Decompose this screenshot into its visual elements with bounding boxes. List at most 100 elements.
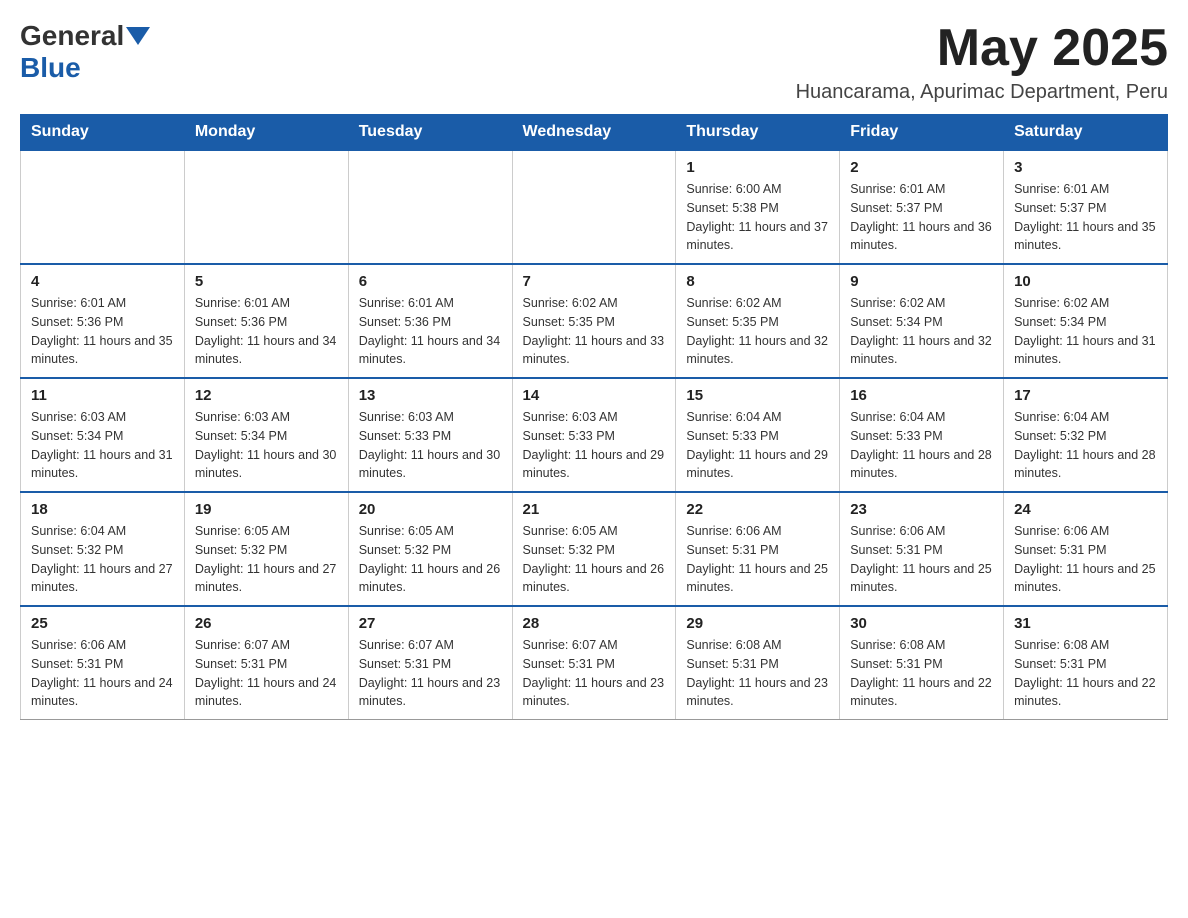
- day-info: Sunrise: 6:06 AMSunset: 5:31 PMDaylight:…: [686, 522, 829, 597]
- day-number: 12: [195, 387, 338, 404]
- day-number: 28: [523, 615, 666, 632]
- calendar-week-row: 4 Sunrise: 6:01 AMSunset: 5:36 PMDaylight…: [21, 264, 1168, 378]
- day-info: Sunrise: 6:01 AMSunset: 5:36 PMDaylight:…: [31, 294, 174, 369]
- calendar-cell: 22 Sunrise: 6:06 AMSunset: 5:31 PMDayligh…: [676, 492, 840, 606]
- day-info: Sunrise: 6:07 AMSunset: 5:31 PMDaylight:…: [359, 636, 502, 711]
- day-info: Sunrise: 6:05 AMSunset: 5:32 PMDaylight:…: [195, 522, 338, 597]
- day-info: Sunrise: 6:00 AMSunset: 5:38 PMDaylight:…: [686, 180, 829, 255]
- day-info: Sunrise: 6:02 AMSunset: 5:34 PMDaylight:…: [1014, 294, 1157, 369]
- calendar-cell: 23 Sunrise: 6:06 AMSunset: 5:31 PMDayligh…: [840, 492, 1004, 606]
- day-info: Sunrise: 6:01 AMSunset: 5:37 PMDaylight:…: [850, 180, 993, 255]
- day-number: 2: [850, 159, 993, 176]
- calendar-cell: 1 Sunrise: 6:00 AMSunset: 5:38 PMDaylight…: [676, 150, 840, 264]
- calendar-cell: 30 Sunrise: 6:08 AMSunset: 5:31 PMDayligh…: [840, 606, 1004, 720]
- day-number: 22: [686, 501, 829, 518]
- title-area: May 2025 Huancarama, Apurimac Department…: [796, 20, 1168, 104]
- day-info: Sunrise: 6:07 AMSunset: 5:31 PMDaylight:…: [523, 636, 666, 711]
- day-number: 26: [195, 615, 338, 632]
- day-number: 23: [850, 501, 993, 518]
- day-number: 9: [850, 273, 993, 290]
- day-number: 14: [523, 387, 666, 404]
- day-number: 18: [31, 501, 174, 518]
- day-number: 31: [1014, 615, 1157, 632]
- calendar-cell: 15 Sunrise: 6:04 AMSunset: 5:33 PMDayligh…: [676, 378, 840, 492]
- logo-general-text: General: [20, 20, 124, 52]
- calendar-week-row: 1 Sunrise: 6:00 AMSunset: 5:38 PMDaylight…: [21, 150, 1168, 264]
- calendar-cell: 24 Sunrise: 6:06 AMSunset: 5:31 PMDayligh…: [1004, 492, 1168, 606]
- day-number: 1: [686, 159, 829, 176]
- day-info: Sunrise: 6:05 AMSunset: 5:32 PMDaylight:…: [359, 522, 502, 597]
- calendar-header-monday: Monday: [184, 115, 348, 151]
- calendar-cell: 9 Sunrise: 6:02 AMSunset: 5:34 PMDaylight…: [840, 264, 1004, 378]
- day-number: 4: [31, 273, 174, 290]
- day-info: Sunrise: 6:02 AMSunset: 5:34 PMDaylight:…: [850, 294, 993, 369]
- calendar-cell: 31 Sunrise: 6:08 AMSunset: 5:31 PMDayligh…: [1004, 606, 1168, 720]
- calendar-cell: 8 Sunrise: 6:02 AMSunset: 5:35 PMDaylight…: [676, 264, 840, 378]
- day-info: Sunrise: 6:03 AMSunset: 5:34 PMDaylight:…: [31, 408, 174, 483]
- day-info: Sunrise: 6:08 AMSunset: 5:31 PMDaylight:…: [686, 636, 829, 711]
- location-title: Huancarama, Apurimac Department, Peru: [796, 81, 1168, 104]
- calendar-cell: 11 Sunrise: 6:03 AMSunset: 5:34 PMDayligh…: [21, 378, 185, 492]
- calendar-cell: 14 Sunrise: 6:03 AMSunset: 5:33 PMDayligh…: [512, 378, 676, 492]
- day-info: Sunrise: 6:03 AMSunset: 5:34 PMDaylight:…: [195, 408, 338, 483]
- day-info: Sunrise: 6:06 AMSunset: 5:31 PMDaylight:…: [850, 522, 993, 597]
- day-number: 25: [31, 615, 174, 632]
- calendar-week-row: 11 Sunrise: 6:03 AMSunset: 5:34 PMDayligh…: [21, 378, 1168, 492]
- day-number: 10: [1014, 273, 1157, 290]
- page-header: General Blue May 2025 Huancarama, Apurim…: [20, 20, 1168, 104]
- day-number: 7: [523, 273, 666, 290]
- day-info: Sunrise: 6:03 AMSunset: 5:33 PMDaylight:…: [523, 408, 666, 483]
- calendar-cell: 12 Sunrise: 6:03 AMSunset: 5:34 PMDayligh…: [184, 378, 348, 492]
- calendar-header-sunday: Sunday: [21, 115, 185, 151]
- calendar-header-tuesday: Tuesday: [348, 115, 512, 151]
- logo: General Blue: [20, 20, 152, 84]
- day-number: 24: [1014, 501, 1157, 518]
- calendar-cell: 19 Sunrise: 6:05 AMSunset: 5:32 PMDayligh…: [184, 492, 348, 606]
- day-info: Sunrise: 6:04 AMSunset: 5:33 PMDaylight:…: [686, 408, 829, 483]
- day-info: Sunrise: 6:02 AMSunset: 5:35 PMDaylight:…: [686, 294, 829, 369]
- calendar-week-row: 18Sunrise: 6:04 AMSunset: 5:32 PMDayligh…: [21, 492, 1168, 606]
- day-info: Sunrise: 6:01 AMSunset: 5:36 PMDaylight:…: [359, 294, 502, 369]
- calendar-cell: 10 Sunrise: 6:02 AMSunset: 5:34 PMDayligh…: [1004, 264, 1168, 378]
- calendar-cell: 3Sunrise: 6:01 AMSunset: 5:37 PMDaylight…: [1004, 150, 1168, 264]
- day-info: Sunrise: 6:07 AMSunset: 5:31 PMDaylight:…: [195, 636, 338, 711]
- day-number: 11: [31, 387, 174, 404]
- day-number: 8: [686, 273, 829, 290]
- calendar-cell: 7 Sunrise: 6:02 AMSunset: 5:35 PMDaylight…: [512, 264, 676, 378]
- day-number: 29: [686, 615, 829, 632]
- day-info: Sunrise: 6:08 AMSunset: 5:31 PMDaylight:…: [1014, 636, 1157, 711]
- calendar-cell: [348, 150, 512, 264]
- day-number: 6: [359, 273, 502, 290]
- calendar-cell: 4 Sunrise: 6:01 AMSunset: 5:36 PMDaylight…: [21, 264, 185, 378]
- calendar-cell: 25 Sunrise: 6:06 AMSunset: 5:31 PMDayligh…: [21, 606, 185, 720]
- day-number: 30: [850, 615, 993, 632]
- calendar-header-row: SundayMondayTuesdayWednesdayThursdayFrid…: [21, 115, 1168, 151]
- day-info: Sunrise: 6:04 AMSunset: 5:33 PMDaylight:…: [850, 408, 993, 483]
- day-info: Sunrise: 6:03 AMSunset: 5:33 PMDaylight:…: [359, 408, 502, 483]
- day-number: 13: [359, 387, 502, 404]
- logo-triangle-icon: [126, 27, 150, 45]
- calendar-cell: 26 Sunrise: 6:07 AMSunset: 5:31 PMDayligh…: [184, 606, 348, 720]
- day-number: 19: [195, 501, 338, 518]
- day-number: 27: [359, 615, 502, 632]
- calendar-cell: 16Sunrise: 6:04 AMSunset: 5:33 PMDayligh…: [840, 378, 1004, 492]
- calendar-cell: 21 Sunrise: 6:05 AMSunset: 5:32 PMDayligh…: [512, 492, 676, 606]
- day-info: Sunrise: 6:06 AMSunset: 5:31 PMDaylight:…: [1014, 522, 1157, 597]
- calendar-cell: 5Sunrise: 6:01 AMSunset: 5:36 PMDaylight…: [184, 264, 348, 378]
- calendar-header-friday: Friday: [840, 115, 1004, 151]
- day-number: 20: [359, 501, 502, 518]
- day-number: 3: [1014, 159, 1157, 176]
- day-info: Sunrise: 6:04 AMSunset: 5:32 PMDaylight:…: [1014, 408, 1157, 483]
- calendar-cell: [512, 150, 676, 264]
- day-info: Sunrise: 6:06 AMSunset: 5:31 PMDaylight:…: [31, 636, 174, 711]
- day-info: Sunrise: 6:02 AMSunset: 5:35 PMDaylight:…: [523, 294, 666, 369]
- calendar-week-row: 25 Sunrise: 6:06 AMSunset: 5:31 PMDayligh…: [21, 606, 1168, 720]
- day-info: Sunrise: 6:08 AMSunset: 5:31 PMDaylight:…: [850, 636, 993, 711]
- day-number: 21: [523, 501, 666, 518]
- day-info: Sunrise: 6:05 AMSunset: 5:32 PMDaylight:…: [523, 522, 666, 597]
- day-number: 15: [686, 387, 829, 404]
- calendar-cell: 20 Sunrise: 6:05 AMSunset: 5:32 PMDayligh…: [348, 492, 512, 606]
- day-info: Sunrise: 6:01 AMSunset: 5:36 PMDaylight:…: [195, 294, 338, 369]
- calendar-cell: 17Sunrise: 6:04 AMSunset: 5:32 PMDayligh…: [1004, 378, 1168, 492]
- month-title: May 2025: [796, 20, 1168, 77]
